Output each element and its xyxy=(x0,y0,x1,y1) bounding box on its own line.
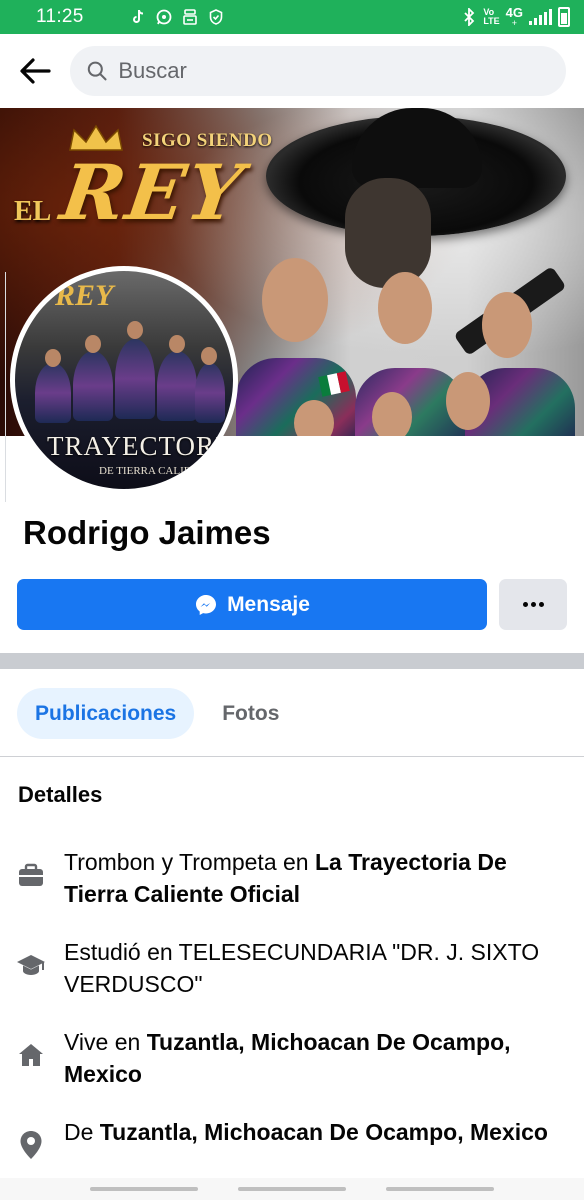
cover-el: EL xyxy=(14,196,52,227)
system-nav-bar xyxy=(0,1178,584,1200)
avatar-member xyxy=(195,363,225,423)
avatar-tierra-text: DE TIERRA CALIENTE xyxy=(99,465,212,477)
avatar-member xyxy=(73,351,113,421)
detail-from-prefix: De xyxy=(64,1119,100,1145)
tab-fotos[interactable]: Fotos xyxy=(222,702,279,726)
detail-lives-prefix: Vive en xyxy=(64,1029,147,1055)
search-icon xyxy=(87,61,107,81)
detail-from-city[interactable]: Tuzantla, Michoacan De Ocampo, Mexico xyxy=(100,1119,548,1145)
detail-work-text: Trombon y Trompeta en La Trayectoria De … xyxy=(64,846,568,910)
home-icon xyxy=(16,1040,46,1070)
network-type-label: 4G xyxy=(505,4,523,20)
battery-icon xyxy=(558,7,570,27)
briefcase-icon xyxy=(16,860,46,890)
whatsapp-icon xyxy=(156,9,172,25)
detail-from: De Tuzantla, Michoacan De Ocampo, Mexico xyxy=(16,1116,568,1160)
nav-handle[interactable] xyxy=(238,1187,346,1191)
avatar-member xyxy=(115,339,155,419)
profile-picture[interactable]: REY TRAYECTORIA DE TIERRA CALIENTE xyxy=(10,266,238,494)
volte-indicator: Vo LTE xyxy=(483,8,499,26)
left-edge-indicator xyxy=(0,272,6,502)
more-dots-icon xyxy=(522,602,544,607)
status-time: 11:25 xyxy=(36,6,84,27)
avatar-member-head xyxy=(169,335,185,353)
profile-tabs: Publicaciones Fotos xyxy=(17,688,279,739)
shield-icon xyxy=(208,9,224,25)
tab-publicaciones[interactable]: Publicaciones xyxy=(17,688,195,739)
band-member-head xyxy=(372,392,412,436)
nav-handle[interactable] xyxy=(90,1187,198,1191)
arrow-left-icon xyxy=(20,58,51,84)
search-header xyxy=(0,34,584,108)
volte-bottom: LTE xyxy=(483,16,500,26)
messenger-icon xyxy=(196,594,217,615)
notification-icons xyxy=(130,9,224,25)
back-button[interactable] xyxy=(18,54,52,88)
detail-lives: Vive en Tuzantla, Michoacan De Ocampo, M… xyxy=(16,1026,568,1090)
avatar-member xyxy=(157,351,197,421)
bluetooth-icon xyxy=(461,8,477,26)
network-sub: + xyxy=(511,17,517,28)
avatar-trayectoria-text: TRAYECTORIA xyxy=(47,431,233,461)
section-divider xyxy=(0,653,584,669)
avatar-rey-text: REY xyxy=(55,279,114,312)
avatar-member xyxy=(35,363,71,423)
location-pin-icon xyxy=(16,1130,46,1160)
avatar-member-head xyxy=(127,321,143,339)
avatar-member-head xyxy=(45,349,61,367)
tiktok-icon xyxy=(130,9,146,25)
band-member-head xyxy=(262,258,328,342)
signal-icon xyxy=(529,9,552,25)
detail-education-text: Estudió en TELESECUNDARIA "DR. J. SIXTO … xyxy=(64,939,540,997)
detail-education: Estudió en TELESECUNDARIA "DR. J. SIXTO … xyxy=(16,936,568,1000)
status-right: Vo LTE 4G + xyxy=(461,4,570,28)
search-box[interactable] xyxy=(70,46,566,96)
profile-actions: Mensaje xyxy=(17,579,567,630)
avatar-member-head xyxy=(85,335,101,353)
nav-handle[interactable] xyxy=(386,1187,494,1191)
details-title: Detalles xyxy=(18,782,103,807)
detail-work-prefix: Trombon y Trompeta en xyxy=(64,849,315,875)
avatar-member-head xyxy=(201,347,217,365)
message-button-label: Mensaje xyxy=(227,592,310,616)
tabs-divider xyxy=(0,756,584,757)
more-options-button[interactable] xyxy=(499,579,567,630)
status-bar: 11:25 Vo LTE 4G + xyxy=(0,0,584,34)
mariachi-figure xyxy=(345,178,431,288)
detail-work: Trombon y Trompeta en La Trayectoria De … xyxy=(16,846,568,910)
profile-picture-image: REY TRAYECTORIA DE TIERRA CALIENTE xyxy=(15,271,233,489)
search-input[interactable] xyxy=(118,58,550,84)
band-member-head xyxy=(446,372,490,430)
band-member-head xyxy=(482,292,532,358)
detail-lives-text: Vive en Tuzantla, Michoacan De Ocampo, M… xyxy=(64,1026,568,1090)
network-type: 4G + xyxy=(505,4,523,28)
assistant-icon xyxy=(182,9,198,25)
message-button[interactable]: Mensaje xyxy=(17,579,487,630)
graduation-cap-icon xyxy=(16,950,46,980)
cover-rey: REY xyxy=(55,148,250,237)
detail-from-text: De Tuzantla, Michoacan De Ocampo, Mexico xyxy=(64,1116,548,1148)
band-member-head xyxy=(378,272,432,344)
profile-name: Rodrigo Jaimes xyxy=(23,514,271,551)
